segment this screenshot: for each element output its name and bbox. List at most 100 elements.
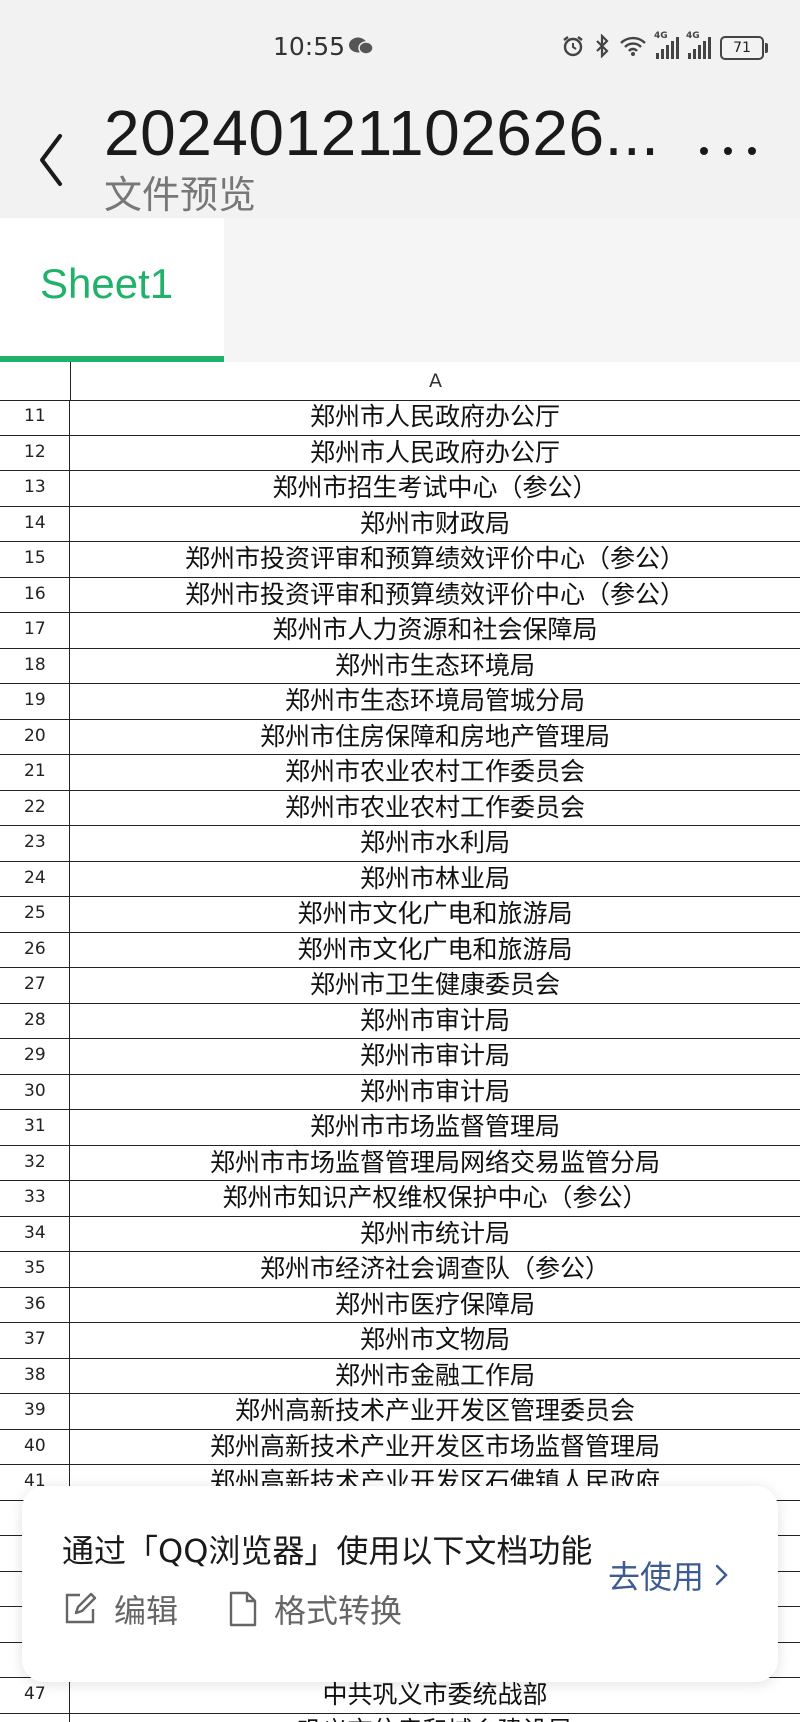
row-number[interactable]: 26 <box>0 932 70 967</box>
cell-a[interactable]: 郑州市审计局 <box>70 1075 800 1110</box>
table-row[interactable]: 28 郑州市审计局 <box>0 1003 800 1039</box>
table-row[interactable]: 23 郑州市水利局 <box>0 826 800 862</box>
cell-a[interactable]: 郑州市生态环境局管城分局 <box>70 684 800 719</box>
cell-a[interactable]: 郑州市住房保障和房地产管理局 <box>70 720 800 755</box>
table-row[interactable]: 35 郑州市经济社会调查队（参公） <box>0 1252 800 1288</box>
cell-a[interactable]: 郑州市文化广电和旅游局 <box>70 933 800 968</box>
cell-a[interactable]: 郑州市文化广电和旅游局 <box>70 897 800 932</box>
cell-a[interactable]: 郑州市文物局 <box>70 1323 800 1358</box>
table-row[interactable]: 29 郑州市审计局 <box>0 1039 800 1075</box>
cell-a[interactable]: 郑州市农业农村工作委员会 <box>70 791 800 826</box>
row-number[interactable]: 39 <box>0 1394 70 1429</box>
table-row[interactable]: 30 郑州市审计局 <box>0 1074 800 1110</box>
table-row[interactable]: 34 郑州市统计局 <box>0 1216 800 1252</box>
row-number[interactable]: 13 <box>0 471 70 506</box>
table-row[interactable]: 26 郑州市文化广电和旅游局 <box>0 932 800 968</box>
go-use-button[interactable]: 去使用 <box>608 1552 728 1598</box>
column-header-a[interactable]: A <box>71 362 800 400</box>
cell-a[interactable]: 郑州市统计局 <box>70 1217 800 1252</box>
cell-a[interactable]: 郑州市审计局 <box>70 1039 800 1074</box>
cell-a[interactable]: 郑州市知识产权维权保护中心（参公） <box>70 1181 800 1216</box>
row-number[interactable]: 30 <box>0 1074 70 1109</box>
row-number[interactable]: 18 <box>0 648 70 683</box>
row-number[interactable]: 15 <box>0 542 70 577</box>
cell-a[interactable]: 郑州高新技术产业开发区市场监督管理局 <box>70 1430 800 1465</box>
row-number[interactable]: 20 <box>0 719 70 754</box>
row-number[interactable]: 11 <box>0 400 70 435</box>
cell-a[interactable]: 郑州市生态环境局 <box>70 649 800 684</box>
row-number[interactable]: 12 <box>0 435 70 470</box>
table-row[interactable]: 15 郑州市投资评审和预算绩效评价中心（参公） <box>0 542 800 578</box>
cell-a[interactable]: 郑州市金融工作局 <box>70 1359 800 1394</box>
cell-a[interactable]: 郑州市经济社会调查队（参公） <box>70 1252 800 1287</box>
table-row[interactable]: 11 郑州市人民政府办公厅 <box>0 400 800 436</box>
table-row[interactable]: 40 郑州高新技术产业开发区市场监督管理局 <box>0 1429 800 1465</box>
cell-a[interactable]: 郑州市农业农村工作委员会 <box>70 755 800 790</box>
row-number[interactable]: 17 <box>0 613 70 648</box>
table-row[interactable]: 38 郑州市金融工作局 <box>0 1358 800 1394</box>
table-row[interactable]: 16 郑州市投资评审和预算绩效评价中心（参公） <box>0 577 800 613</box>
table-row[interactable]: 13 郑州市招生考试中心（参公） <box>0 471 800 507</box>
row-number[interactable]: 48 <box>0 1713 70 1722</box>
edit-button[interactable]: 编辑 <box>62 1586 178 1632</box>
row-number[interactable]: 31 <box>0 1110 70 1145</box>
cell-a[interactable]: 郑州市人民政府办公厅 <box>70 400 800 435</box>
back-button[interactable] <box>30 118 80 188</box>
table-row[interactable]: 37 郑州市文物局 <box>0 1323 800 1359</box>
table-row[interactable]: 19 郑州市生态环境局管城分局 <box>0 684 800 720</box>
row-number[interactable]: 22 <box>0 790 70 825</box>
cell-a[interactable]: 郑州市人民政府办公厅 <box>70 436 800 471</box>
table-row[interactable]: 21 郑州市农业农村工作委员会 <box>0 755 800 791</box>
cell-a[interactable]: 郑州高新技术产业开发区管理委员会 <box>70 1394 800 1429</box>
cell-a[interactable]: 郑州市市场监督管理局 <box>70 1110 800 1145</box>
cell-a[interactable]: 郑州市投资评审和预算绩效评价中心（参公） <box>70 542 800 577</box>
table-row[interactable]: 14 郑州市财政局 <box>0 506 800 542</box>
more-options-button[interactable] <box>700 136 756 166</box>
table-row[interactable]: 31 郑州市市场监督管理局 <box>0 1110 800 1146</box>
table-row[interactable]: 27 郑州市卫生健康委员会 <box>0 968 800 1004</box>
row-number[interactable]: 36 <box>0 1287 70 1322</box>
row-number[interactable]: 47 <box>0 1678 70 1713</box>
table-row[interactable]: 36 郑州市医疗保障局 <box>0 1287 800 1323</box>
cell-a[interactable]: 巩义市住房和城乡建设局 <box>70 1714 800 1722</box>
table-row[interactable]: 48巩义市住房和城乡建设局 <box>0 1713 800 1722</box>
cell-a[interactable]: 郑州市审计局 <box>70 1004 800 1039</box>
cell-a[interactable]: 郑州市投资评审和预算绩效评价中心（参公） <box>70 578 800 613</box>
cell-a[interactable]: 郑州市水利局 <box>70 826 800 861</box>
table-row[interactable]: 32 郑州市市场监督管理局网络交易监管分局 <box>0 1145 800 1181</box>
cell-a[interactable]: 中共巩义市委统战部 <box>70 1678 800 1713</box>
table-row[interactable]: 33 郑州市知识产权维权保护中心（参公） <box>0 1181 800 1217</box>
cell-a[interactable]: 郑州市财政局 <box>70 507 800 542</box>
cell-a[interactable]: 郑州市医疗保障局 <box>70 1288 800 1323</box>
cell-a[interactable]: 郑州市林业局 <box>70 862 800 897</box>
row-number[interactable]: 24 <box>0 861 70 896</box>
row-number[interactable]: 25 <box>0 897 70 932</box>
row-number[interactable]: 37 <box>0 1323 70 1358</box>
row-number[interactable]: 23 <box>0 826 70 861</box>
row-number[interactable]: 34 <box>0 1216 70 1251</box>
row-number[interactable]: 19 <box>0 684 70 719</box>
cell-a[interactable]: 郑州市卫生健康委员会 <box>70 968 800 1003</box>
row-number[interactable]: 29 <box>0 1039 70 1074</box>
table-row[interactable]: 24 郑州市林业局 <box>0 861 800 897</box>
cell-a[interactable]: 郑州市人力资源和社会保障局 <box>70 613 800 648</box>
row-number[interactable]: 35 <box>0 1252 70 1287</box>
table-row[interactable]: 17 郑州市人力资源和社会保障局 <box>0 613 800 649</box>
row-number[interactable]: 32 <box>0 1145 70 1180</box>
cell-a[interactable]: 郑州市招生考试中心（参公） <box>70 471 800 506</box>
row-number[interactable]: 27 <box>0 968 70 1003</box>
row-number[interactable]: 40 <box>0 1429 70 1464</box>
cell-a[interactable]: 郑州市市场监督管理局网络交易监管分局 <box>70 1146 800 1181</box>
row-number[interactable]: 33 <box>0 1181 70 1216</box>
table-row[interactable]: 12 郑州市人民政府办公厅 <box>0 435 800 471</box>
format-convert-button[interactable]: 格式转换 <box>228 1586 402 1632</box>
row-number[interactable]: 14 <box>0 506 70 541</box>
row-number[interactable]: 16 <box>0 577 70 612</box>
row-number[interactable]: 21 <box>0 755 70 790</box>
tab-sheet1[interactable]: Sheet1 <box>0 218 224 362</box>
table-row[interactable]: 20 郑州市住房保障和房地产管理局 <box>0 719 800 755</box>
row-number[interactable]: 28 <box>0 1003 70 1038</box>
table-row[interactable]: 47 中共巩义市委统战部 <box>0 1678 800 1714</box>
row-number[interactable]: 38 <box>0 1358 70 1393</box>
table-row[interactable]: 18 郑州市生态环境局 <box>0 648 800 684</box>
